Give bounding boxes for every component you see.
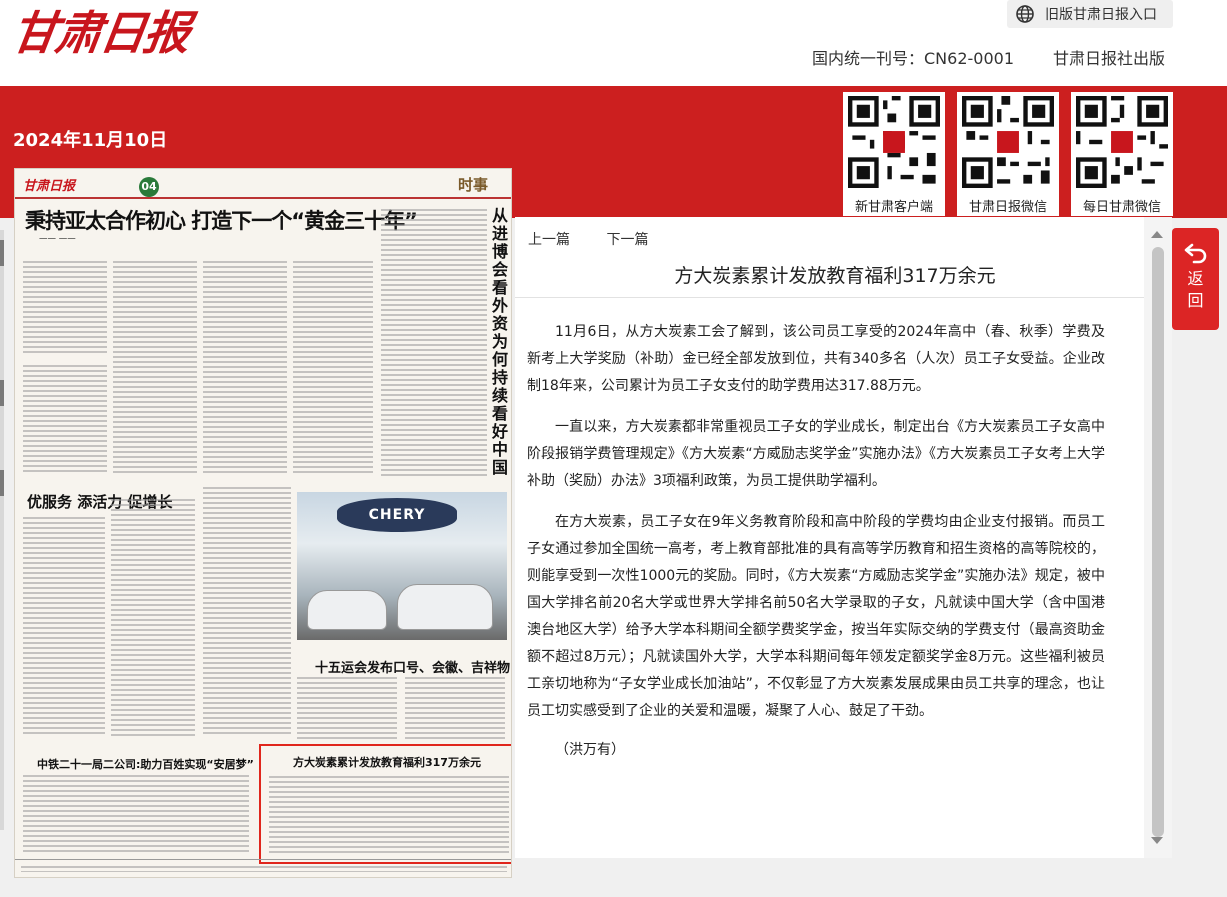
old-version-link[interactable]: 旧版甘肃日报入口: [1007, 0, 1173, 28]
paper-feature-title[interactable]: 十五运会发布口号、会徽、吉祥物: [315, 657, 510, 676]
text-column: [23, 365, 107, 475]
article-paragraph: 在方大炭素，员工子女在9年义务教育阶段和高中阶段的学费均由企业支付报销。而员工子…: [527, 514, 1105, 719]
text-column: [23, 261, 107, 356]
title-divider: [515, 297, 1155, 298]
photo-banner: CHERY: [337, 498, 457, 532]
scroll-up-arrow-icon[interactable]: [1151, 231, 1163, 238]
text-column: [293, 261, 373, 475]
globe-icon: [1016, 5, 1034, 23]
article-panel: 上一篇 下一篇 方大炭素累计发放教育福利317万余元 11月6日，从方大炭素工会…: [515, 217, 1172, 858]
text-column: [381, 209, 487, 479]
text-column: [111, 499, 195, 737]
article-title: 方大炭素累计发放教育福利317万余元: [674, 265, 996, 287]
return-arrow-icon: [1184, 243, 1206, 264]
qr-caption: 新甘肃客户端: [854, 200, 933, 215]
back-button-label: 返回: [1187, 269, 1204, 310]
text-column: [23, 775, 249, 853]
newspaper-page-image[interactable]: 甘肃日报 04 时事 秉持亚太合作初心 打造下一个“黄金三十年” —— —— 从…: [14, 168, 512, 878]
paper-footer: [15, 859, 511, 877]
paper-masthead: 甘肃日报 04 时事: [15, 169, 511, 199]
text-column: [203, 487, 291, 737]
article-body: 11月6日，从方大炭素工会了解到，该公司员工享受的2024年高中（春、秋季）学费…: [527, 319, 1105, 778]
issn-label: 国内统一刊号：CN62-0001: [812, 49, 1014, 68]
section-label: 时事: [458, 176, 489, 194]
qr-daily[interactable]: 每日甘肃微信: [1071, 92, 1173, 216]
news-photo[interactable]: CHERY: [297, 492, 507, 640]
text-column: [405, 677, 505, 739]
text-column: [113, 261, 197, 475]
scroll-thumb[interactable]: [1152, 247, 1164, 837]
qr-code-icon: [848, 96, 940, 188]
left-scroll-strip: [0, 230, 4, 830]
page-number-badge: 04: [139, 177, 159, 197]
text-column: [269, 776, 509, 856]
next-article-link[interactable]: 下一篇: [606, 232, 648, 248]
qr-code-icon: [1076, 96, 1168, 188]
paper-subheadline: —— ——: [39, 233, 76, 244]
qr-wechat[interactable]: 甘肃日报微信: [957, 92, 1059, 216]
article-scrollbar[interactable]: [1144, 217, 1172, 858]
article-paragraph: 一直以来，方大炭素都非常重视员工子女的学业成长，制定出台《方大炭素员工子女高中阶…: [527, 419, 1105, 489]
photo-car: [307, 590, 387, 630]
prev-article-link[interactable]: 上一篇: [528, 232, 570, 248]
text-column: [203, 261, 287, 475]
paper-vertical-headline[interactable]: 从进博会看外资为何持续看好中国: [492, 207, 510, 477]
text-column: [297, 677, 397, 739]
qr-caption: 甘肃日报微信: [968, 200, 1047, 215]
highlighted-article-title: 方大炭素累计发放教育福利317万余元: [293, 756, 481, 769]
article-nav: 上一篇 下一篇: [528, 229, 680, 249]
issue-date: 2024年11月10日: [13, 130, 168, 151]
qr-app[interactable]: 新甘肃客户端: [843, 92, 945, 216]
text-column: [21, 866, 507, 872]
paper-bottom-title[interactable]: 中铁二十一局二公司:助力百姓实现“安居梦”: [37, 756, 254, 772]
back-button[interactable]: 返回: [1172, 228, 1219, 330]
site-header: 甘肃日报 旧版甘肃日报入口 国内统一刊号：CN62-0001 甘肃日报社出版: [0, 0, 1227, 86]
publisher-label: 甘肃日报社出版: [1053, 49, 1166, 68]
article-author: （洪万有）: [555, 742, 625, 758]
article-paragraph: 11月6日，从方大炭素工会了解到，该公司员工享受的2024年高中（春、秋季）学费…: [527, 324, 1105, 394]
site-logo[interactable]: 甘肃日报: [8, 2, 193, 64]
scroll-down-arrow-icon[interactable]: [1151, 837, 1163, 844]
highlighted-article-box[interactable]: 方大炭素累计发放教育福利317万余元: [259, 744, 511, 864]
qr-caption: 每日甘肃微信: [1082, 200, 1161, 215]
old-version-label: 旧版甘肃日报入口: [1045, 7, 1157, 23]
paper-logo: 甘肃日报: [23, 179, 76, 194]
photo-car: [397, 584, 493, 630]
qr-code-icon: [962, 96, 1054, 188]
paper-headline[interactable]: 秉持亚太合作初心 打造下一个“黄金三十年”: [25, 205, 418, 235]
text-column: [23, 517, 105, 737]
